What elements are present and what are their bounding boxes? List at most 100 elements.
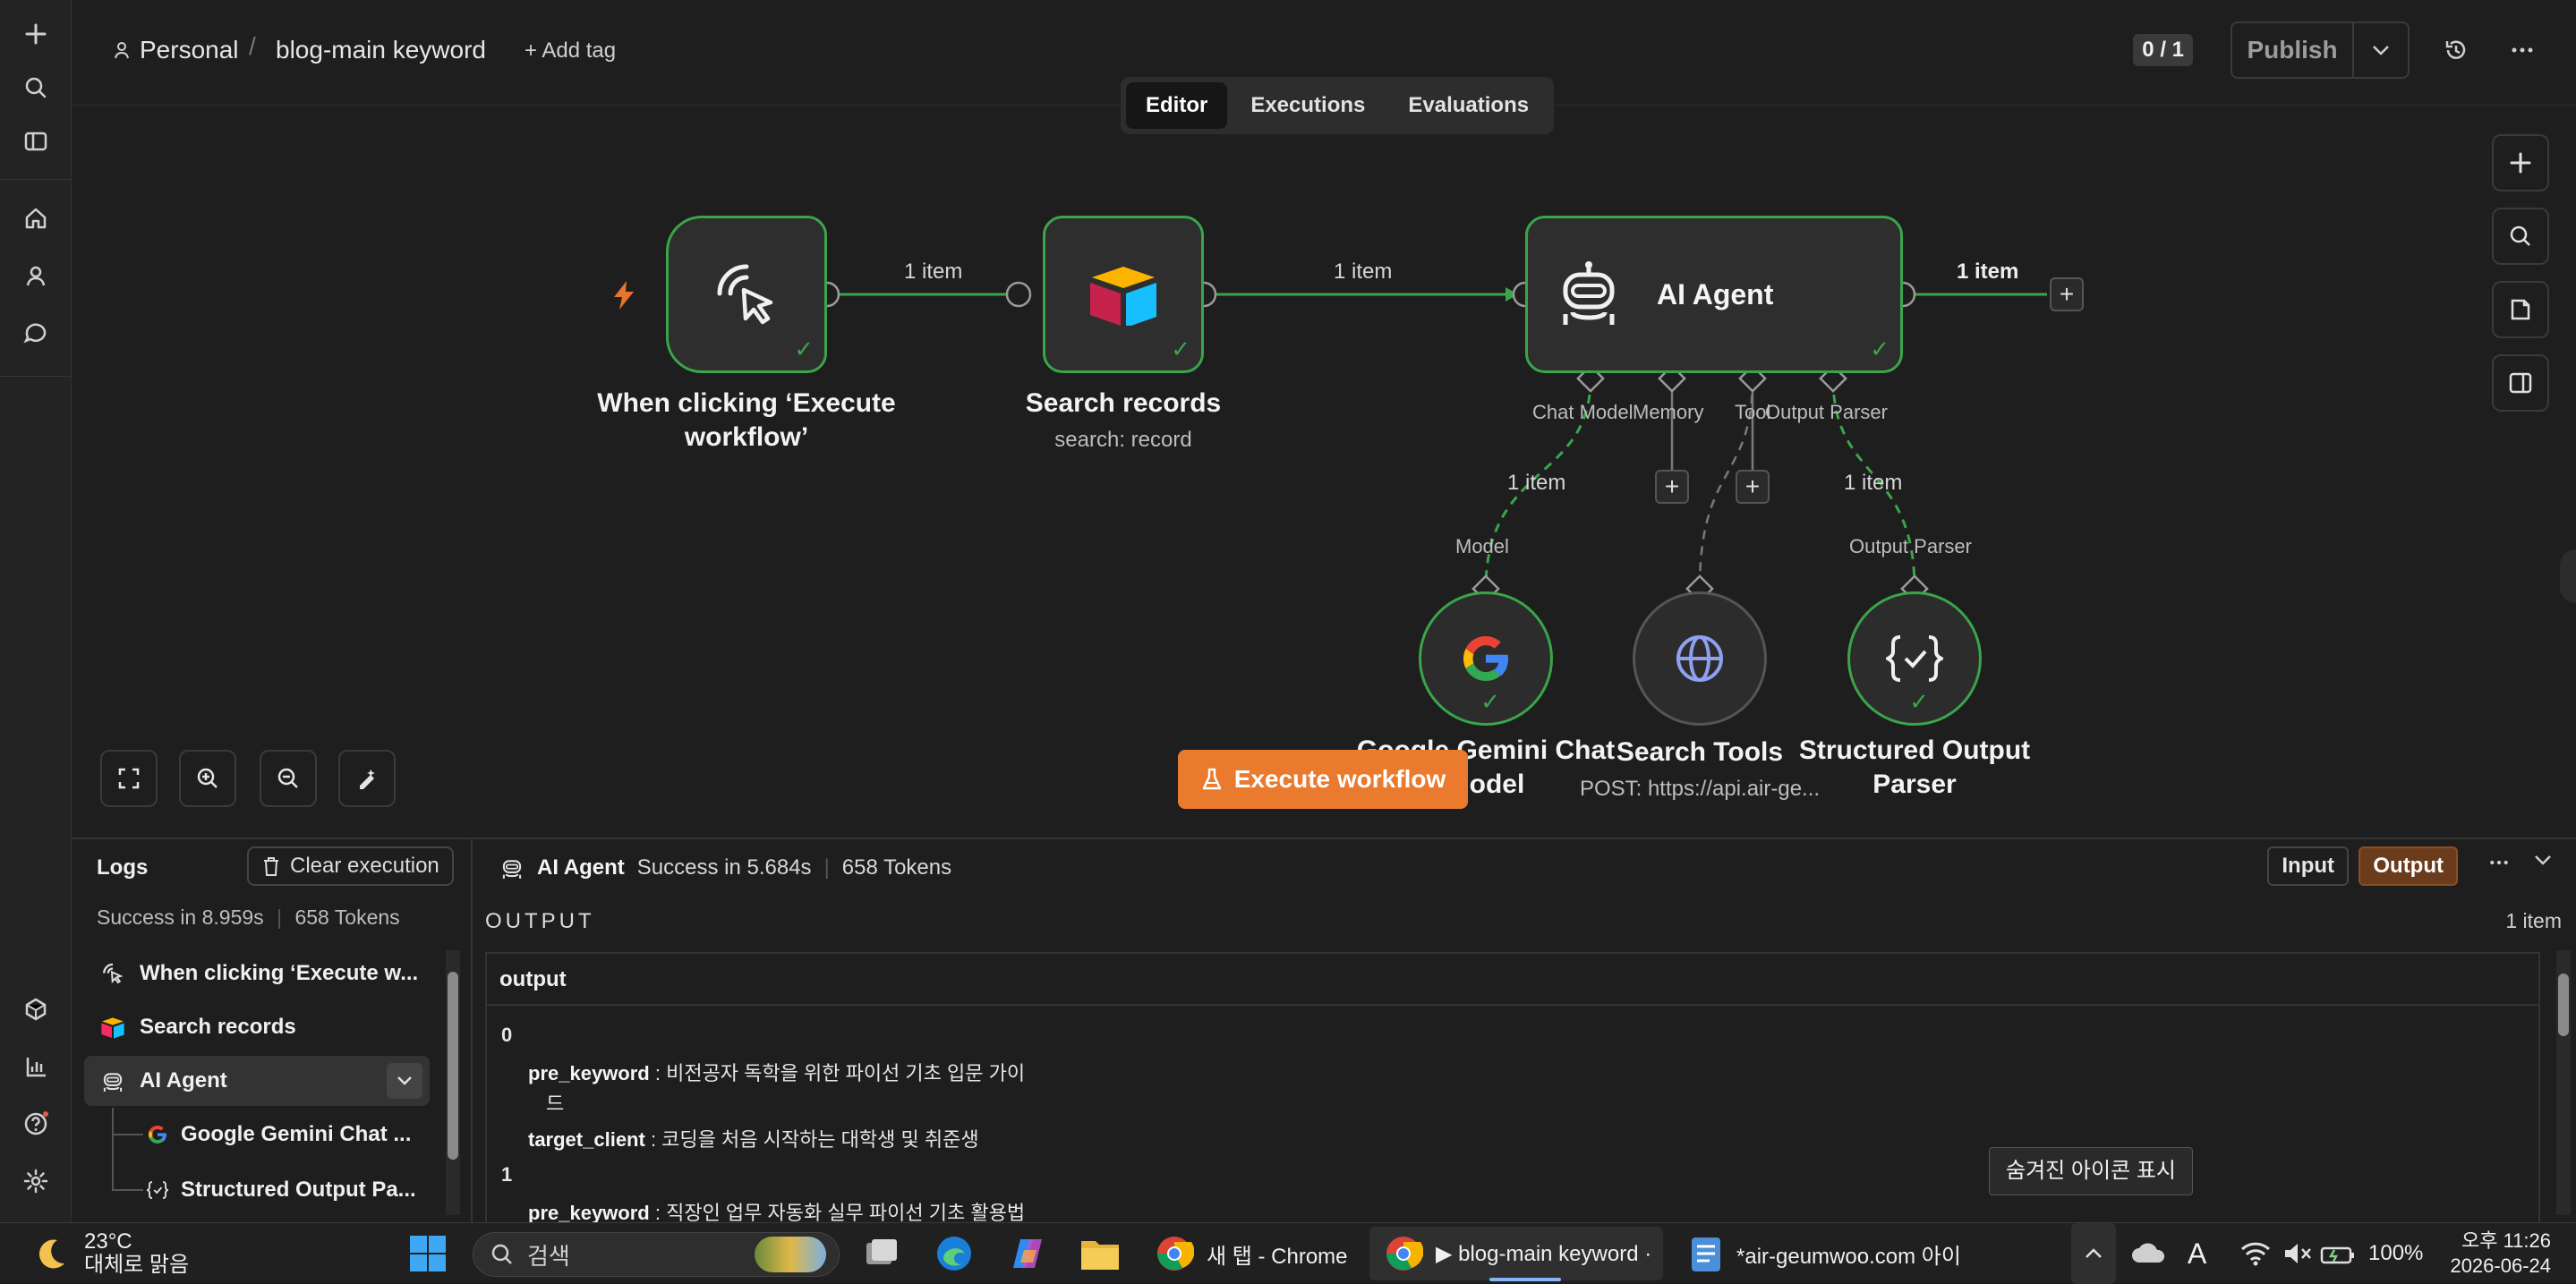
start-button[interactable] bbox=[408, 1223, 448, 1284]
show-hidden-icons-tooltip: 숨겨진 아이콘 표시 bbox=[1989, 1147, 2193, 1195]
globe-icon bbox=[1676, 635, 1723, 682]
rail-divider bbox=[0, 179, 72, 180]
chevron-down-icon[interactable] bbox=[387, 1063, 422, 1099]
gemini-chat-model-node[interactable]: ✓ bbox=[1419, 591, 1553, 726]
workflow-canvas[interactable]: ✓ When clicking ‘Execute workflow’ ✓ Sea… bbox=[72, 106, 2576, 838]
collapse-panel-tab[interactable] bbox=[2560, 549, 2576, 603]
notepad-app[interactable]: *air-geumwoo.com 아이 bbox=[1688, 1223, 1961, 1284]
row-field: pre_keyword : 직장인 업무 자동화 실무 파이선 기초 활용법 bbox=[528, 1197, 1025, 1222]
weather-widget[interactable]: 23°C 대체로 맑음 bbox=[30, 1223, 189, 1284]
connection-wires bbox=[814, 281, 2047, 603]
publish-button-group: Publish bbox=[2231, 21, 2410, 79]
panel-toggle-icon[interactable] bbox=[2492, 354, 2549, 412]
zoom-in-icon[interactable] bbox=[179, 750, 236, 807]
ime-icon[interactable]: A bbox=[2188, 1223, 2206, 1284]
version-counter-badge: 0 / 1 bbox=[2133, 34, 2193, 66]
flask-icon bbox=[1202, 768, 1221, 790]
system-clock[interactable]: 오후 11:26 2026-06-24 bbox=[2450, 1229, 2551, 1279]
search-node-title: Search records bbox=[1025, 388, 1222, 418]
wire-item-count: 1 item bbox=[904, 259, 963, 284]
structured-output-parser-node[interactable]: ✓ bbox=[1847, 591, 1982, 726]
history-icon[interactable] bbox=[2438, 32, 2474, 68]
volume-muted-icon[interactable] bbox=[2282, 1223, 2313, 1284]
file-explorer-app[interactable] bbox=[1079, 1223, 1121, 1284]
execute-workflow-label: Execute workflow bbox=[1233, 765, 1446, 793]
add-memory-plus-button[interactable]: + bbox=[1655, 470, 1689, 504]
title-line: Structured Output bbox=[1798, 736, 2031, 765]
taskbar-search[interactable]: 검색 bbox=[473, 1232, 840, 1277]
scrollbar-thumb[interactable] bbox=[2558, 974, 2569, 1036]
search-icon[interactable] bbox=[18, 70, 54, 106]
ai-agent-node[interactable]: AI Agent ✓ bbox=[1525, 216, 1903, 373]
logs-duration: Success in 8.959s bbox=[97, 906, 264, 929]
onedrive-icon[interactable] bbox=[2130, 1223, 2166, 1284]
field-key: pre_keyword bbox=[528, 1202, 650, 1222]
chrome-new-tab-app[interactable]: 새 탭 - Chrome bbox=[1155, 1223, 1348, 1284]
sidebar-toggle-icon[interactable] bbox=[18, 123, 54, 159]
manual-trigger-node[interactable]: ✓ bbox=[666, 216, 827, 373]
workflow-name[interactable]: blog-main keyword bbox=[276, 36, 486, 64]
google-icon bbox=[1463, 636, 1508, 681]
plus-icon[interactable] bbox=[18, 16, 54, 52]
chevron-down-icon[interactable] bbox=[2354, 23, 2408, 77]
search-tools-node[interactable] bbox=[1633, 591, 1767, 726]
settings-gear-icon[interactable] bbox=[18, 1163, 54, 1199]
log-item-ai-agent[interactable]: AI Agent bbox=[84, 1056, 430, 1106]
add-tag-button[interactable]: + Add tag bbox=[525, 38, 616, 64]
scrollbar-thumb[interactable] bbox=[448, 972, 458, 1160]
chrome-icon bbox=[1157, 1237, 1194, 1271]
search-node-subtitle: search: record bbox=[1054, 428, 1192, 452]
input-button[interactable]: Input bbox=[2267, 846, 2349, 886]
tab-editor[interactable]: Editor bbox=[1126, 82, 1228, 129]
copilot-app[interactable] bbox=[1008, 1223, 1047, 1284]
person-icon bbox=[115, 42, 129, 59]
log-item-label: When clicking ‘Execute w... bbox=[140, 961, 419, 985]
airtable-search-node[interactable]: ✓ bbox=[1043, 216, 1204, 373]
more-options-icon[interactable] bbox=[2488, 852, 2510, 878]
battery-icon[interactable]: 100% bbox=[2320, 1223, 2423, 1284]
search-nodes-icon[interactable] bbox=[2492, 208, 2549, 265]
chat-icon[interactable] bbox=[18, 315, 54, 351]
add-node-button[interactable] bbox=[2492, 134, 2549, 191]
chevron-down-icon[interactable] bbox=[2533, 854, 2553, 872]
edge-app[interactable] bbox=[934, 1223, 974, 1284]
tab-executions[interactable]: Executions bbox=[1231, 82, 1385, 129]
insights-icon[interactable] bbox=[18, 1049, 54, 1084]
robot-icon bbox=[502, 860, 522, 879]
task-view-button[interactable] bbox=[861, 1223, 900, 1284]
log-item-structured-parser[interactable]: Structured Output Pa... bbox=[147, 1165, 416, 1215]
chrome-blog-app[interactable]: ▶ blog-main keyword · bbox=[1384, 1223, 1651, 1284]
breadcrumb-project[interactable]: Personal bbox=[113, 36, 239, 64]
home-icon[interactable] bbox=[18, 200, 54, 236]
braces-check-icon bbox=[147, 1181, 168, 1199]
help-icon[interactable] bbox=[18, 1106, 54, 1142]
more-options-icon[interactable] bbox=[2504, 32, 2540, 68]
show-hidden-icons-button[interactable] bbox=[2071, 1223, 2116, 1284]
templates-icon[interactable] bbox=[18, 991, 54, 1027]
logs-scrollbar[interactable] bbox=[446, 950, 460, 1215]
fit-view-icon[interactable] bbox=[100, 750, 158, 807]
zoom-out-icon[interactable] bbox=[260, 750, 317, 807]
output-scrollbar[interactable] bbox=[2556, 950, 2571, 1215]
clock-date: 2026-06-24 bbox=[2450, 1254, 2551, 1277]
sticky-note-icon[interactable] bbox=[2492, 281, 2549, 338]
log-item-gemini[interactable]: Google Gemini Chat ... bbox=[147, 1110, 411, 1160]
project-name: Personal bbox=[140, 36, 239, 64]
publish-button[interactable]: Publish bbox=[2232, 23, 2354, 77]
chrome-window-title: ▶ blog-main keyword · bbox=[1436, 1241, 1652, 1266]
add-node-plus-button[interactable]: + bbox=[2050, 277, 2084, 311]
robot-icon bbox=[1563, 261, 1615, 325]
tab-evaluations[interactable]: Evaluations bbox=[1388, 82, 1548, 129]
output-button[interactable]: Output bbox=[2358, 846, 2458, 886]
field-key: target_client bbox=[528, 1128, 645, 1151]
user-icon[interactable] bbox=[18, 258, 54, 293]
tidy-up-icon[interactable] bbox=[338, 750, 396, 807]
add-tool-plus-button[interactable]: + bbox=[1736, 470, 1770, 504]
log-item-trigger[interactable]: When clicking ‘Execute w... bbox=[84, 948, 430, 999]
log-item-search-records[interactable]: Search records bbox=[84, 1002, 430, 1052]
battery-percent: 100% bbox=[2368, 1241, 2424, 1265]
success-check-icon: ✓ bbox=[1171, 336, 1190, 362]
execute-workflow-button[interactable]: Execute workflow bbox=[1178, 750, 1468, 809]
wifi-icon[interactable] bbox=[2239, 1223, 2272, 1284]
clear-execution-button[interactable]: Clear execution bbox=[247, 846, 454, 886]
